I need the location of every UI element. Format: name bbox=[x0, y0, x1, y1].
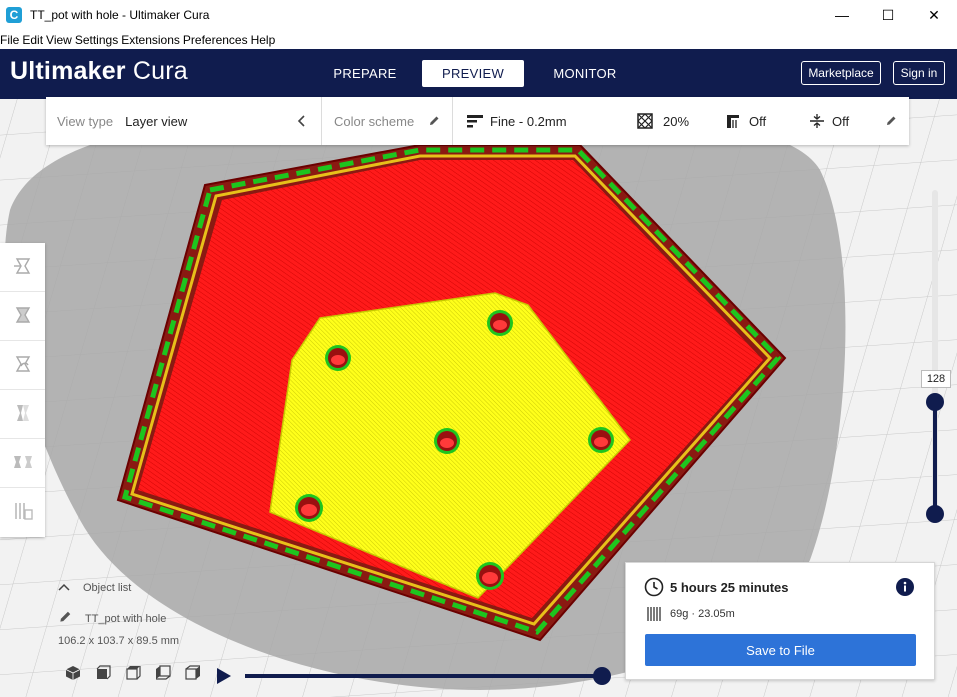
infill-icon bbox=[637, 113, 653, 129]
chevron-up-icon bbox=[58, 582, 70, 594]
menu-preferences[interactable]: Preferences bbox=[183, 33, 251, 47]
profile-quality-icon bbox=[467, 114, 483, 128]
support-icon bbox=[725, 113, 741, 129]
print-settings-selector[interactable]: Fine - 0.2mm 20% Off Off bbox=[453, 97, 909, 145]
cube-right-icon bbox=[185, 664, 201, 684]
minimize-button[interactable]: — bbox=[819, 0, 865, 30]
app-header: Ultimaker Cura PREPARE PREVIEW MONITOR M… bbox=[0, 49, 957, 99]
object-list-toggle[interactable]: Object list bbox=[58, 582, 131, 594]
infill-value: 20% bbox=[663, 113, 690, 129]
object-name: TT_pot with hole bbox=[85, 612, 167, 625]
ultimaker-cura-logo: Ultimaker Cura bbox=[10, 57, 188, 86]
sign-in-button[interactable]: Sign in bbox=[893, 61, 945, 85]
view-top-button[interactable] bbox=[118, 663, 148, 685]
tab-preview[interactable]: PREVIEW bbox=[422, 60, 524, 87]
close-button[interactable]: ✕ bbox=[911, 0, 957, 30]
clock-icon bbox=[644, 577, 664, 600]
print-time: 5 hours 25 minutes bbox=[670, 580, 789, 595]
info-icon[interactable] bbox=[895, 577, 915, 600]
per-model-icon bbox=[12, 451, 34, 476]
cube-top-icon bbox=[125, 665, 141, 684]
mirror-icon bbox=[12, 402, 34, 427]
scale-icon bbox=[12, 304, 34, 329]
menu-bar: File Edit View Settings Extensions Prefe… bbox=[0, 30, 957, 49]
save-to-file-button[interactable]: Save to File bbox=[645, 634, 916, 666]
object-dimensions: 106.2 x 103.7 x 89.5 mm bbox=[58, 635, 180, 647]
profile-value: Fine - 0.2mm bbox=[490, 113, 567, 129]
logo-light-text: Cura bbox=[132, 57, 188, 85]
layer-slider-range bbox=[933, 402, 937, 514]
view-front-button[interactable] bbox=[88, 663, 118, 685]
pencil-icon bbox=[58, 610, 72, 627]
layer-number-field[interactable]: 128 bbox=[921, 370, 951, 388]
rotate-tool-button[interactable] bbox=[0, 341, 45, 390]
color-scheme-selector[interactable]: Color scheme bbox=[322, 97, 452, 145]
menu-settings[interactable]: Settings bbox=[75, 33, 121, 47]
object-name-row[interactable]: TT_pot with hole bbox=[58, 610, 166, 627]
maximize-button[interactable]: ☐ bbox=[865, 0, 911, 30]
layer-slider-lower-handle[interactable] bbox=[926, 505, 944, 523]
cube-3d-icon bbox=[65, 665, 81, 684]
print-info-panel: 5 hours 25 minutes 69g · 23.05m Save to … bbox=[625, 562, 935, 680]
rotate-icon bbox=[12, 353, 34, 378]
chevron-left-icon[interactable] bbox=[297, 114, 307, 128]
camera-view-buttons bbox=[58, 663, 208, 685]
material-usage: 69g · 23.05m bbox=[670, 608, 735, 620]
support-value: Off bbox=[749, 113, 767, 129]
view-type-selector[interactable]: View type Layer view bbox=[46, 97, 321, 145]
move-icon bbox=[12, 255, 34, 280]
cura-app-icon: C bbox=[6, 7, 22, 23]
view-right-button[interactable] bbox=[178, 663, 208, 685]
marketplace-button[interactable]: Marketplace bbox=[801, 61, 881, 85]
pencil-icon[interactable] bbox=[885, 115, 897, 127]
support-blocker-icon bbox=[12, 500, 34, 525]
support-blocker-button[interactable] bbox=[0, 488, 45, 537]
play-simulation-button[interactable] bbox=[215, 666, 233, 689]
tab-monitor[interactable]: MONITOR bbox=[536, 60, 634, 87]
path-slider-track[interactable] bbox=[245, 674, 605, 678]
path-slider-handle[interactable] bbox=[593, 667, 611, 685]
view-settings-bar: View type Layer view Color scheme Fine -… bbox=[46, 97, 909, 145]
adhesion-icon bbox=[809, 113, 825, 129]
view-type-label: View type bbox=[57, 113, 114, 129]
window-title: TT_pot with hole - Ultimaker Cura bbox=[30, 8, 210, 22]
object-list-label: Object list bbox=[83, 582, 132, 594]
filament-spool-icon bbox=[646, 605, 662, 626]
color-scheme-label: Color scheme bbox=[334, 113, 415, 129]
menu-file[interactable]: File bbox=[0, 33, 22, 47]
mirror-tool-button[interactable] bbox=[0, 390, 45, 439]
menu-help[interactable]: Help bbox=[251, 33, 279, 47]
cube-front-icon bbox=[95, 664, 111, 684]
tab-prepare[interactable]: PREPARE bbox=[318, 60, 412, 87]
view-left-button[interactable] bbox=[148, 663, 178, 685]
view-type-value: Layer view bbox=[125, 113, 188, 129]
adhesion-value: Off bbox=[832, 113, 850, 129]
play-icon bbox=[215, 668, 233, 689]
left-toolbar bbox=[0, 243, 45, 537]
cube-left-icon bbox=[155, 664, 171, 684]
move-tool-button[interactable] bbox=[0, 243, 45, 292]
window-titlebar: C TT_pot with hole - Ultimaker Cura — ☐ … bbox=[0, 0, 957, 30]
per-model-settings-button[interactable] bbox=[0, 439, 45, 488]
layer-slider-upper-handle[interactable] bbox=[926, 393, 944, 411]
scale-tool-button[interactable] bbox=[0, 292, 45, 341]
menu-extensions[interactable]: Extensions bbox=[121, 33, 183, 47]
menu-view[interactable]: View bbox=[46, 33, 75, 47]
view-3d-button[interactable] bbox=[58, 663, 88, 685]
menu-edit[interactable]: Edit bbox=[22, 33, 46, 47]
logo-bold-text: Ultimaker bbox=[10, 57, 126, 85]
pencil-icon[interactable] bbox=[428, 115, 440, 127]
